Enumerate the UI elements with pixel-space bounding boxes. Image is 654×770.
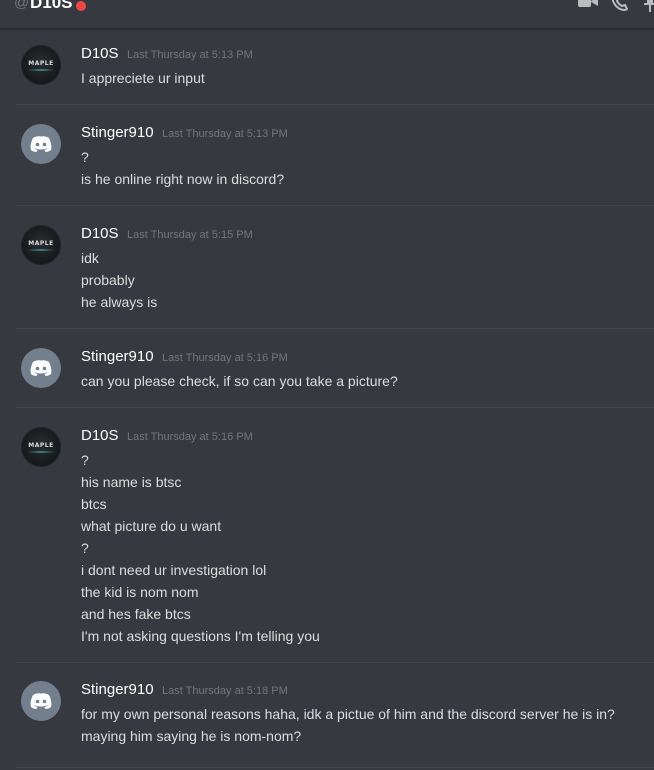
channel-name: D10S (30, 0, 73, 12)
message-header: Stinger910 Last Thursday at 5:16 PM (81, 348, 288, 366)
message-line: I appreciete ur input (81, 70, 205, 86)
at-symbol: @ (14, 0, 30, 11)
discord-logo-icon (30, 693, 52, 709)
message-line: for my own personal reasons haha, idk a … (81, 706, 615, 722)
video-call-icon[interactable] (578, 0, 598, 15)
message-line: can you please check, if so can you take… (81, 373, 398, 389)
timestamp: Last Thursday at 5:13 PM (126, 49, 253, 61)
discord-logo-icon (30, 360, 52, 376)
message-line: and hes fake btcs (81, 606, 191, 622)
avatar[interactable] (21, 348, 61, 388)
username[interactable]: D10S (81, 225, 119, 242)
message-header: D10S Last Thursday at 5:13 PM (81, 45, 253, 63)
message-divider (16, 767, 654, 768)
timestamp: Last Thursday at 5:18 PM (162, 685, 288, 697)
message-line: the kid is nom nom (81, 584, 199, 600)
message-divider (16, 407, 654, 408)
discord-logo-icon (30, 136, 52, 152)
message-line: his name is btsc (81, 474, 182, 490)
timestamp: Last Thursday at 5:16 PM (162, 352, 288, 364)
username[interactable]: Stinger910 (81, 124, 154, 141)
message-line: ? (81, 540, 89, 556)
avatar[interactable]: MAPLE (21, 45, 61, 85)
avatar[interactable] (21, 681, 61, 721)
message-line: he always is (81, 294, 158, 310)
avatar-logo-text: MAPLE (28, 442, 54, 449)
message-line: maying him saying he is nom-nom? (81, 728, 302, 744)
message-list[interactable]: MAPLE D10S Last Thursday at 5:13 PM I ap… (0, 29, 654, 770)
channel-header: @ D10S (0, 0, 654, 29)
message-divider (16, 662, 654, 663)
timestamp: Last Thursday at 5:15 PM (126, 229, 253, 241)
avatar[interactable] (21, 124, 61, 164)
message-divider (16, 104, 654, 105)
status-indicator (76, 1, 86, 11)
timestamp: Last Thursday at 5:16 PM (126, 431, 253, 443)
message-line: is he online right now in discord? (81, 171, 285, 187)
message-line: btcs (81, 496, 107, 512)
username[interactable]: D10S (81, 45, 119, 62)
avatar[interactable]: MAPLE (21, 225, 61, 265)
message-header: D10S Last Thursday at 5:15 PM (81, 225, 253, 243)
voice-call-icon[interactable] (611, 0, 629, 17)
message-header: D10S Last Thursday at 5:16 PM (81, 427, 253, 445)
message-line: ? (81, 452, 89, 468)
message-line: I'm not asking questions I'm telling you (81, 628, 320, 644)
message-line: i dont need ur investigation lol (81, 562, 267, 578)
timestamp: Last Thursday at 5:13 PM (162, 128, 288, 140)
message-header: Stinger910 Last Thursday at 5:18 PM (81, 681, 288, 699)
message-line: probably (81, 272, 135, 288)
message-divider (16, 205, 654, 206)
message-header: Stinger910 Last Thursday at 5:13 PM (81, 124, 288, 142)
pin-icon[interactable] (644, 0, 654, 17)
username[interactable]: Stinger910 (81, 681, 154, 698)
avatar[interactable]: MAPLE (21, 427, 61, 467)
username[interactable]: D10S (81, 427, 119, 444)
username[interactable]: Stinger910 (81, 348, 154, 365)
avatar-logo-text: MAPLE (28, 60, 54, 67)
avatar-logo-text: MAPLE (28, 240, 54, 247)
message-divider (16, 328, 654, 329)
message-line: idk (81, 250, 99, 266)
message-line: what picture do u want (81, 518, 222, 534)
message-line: ? (81, 149, 89, 165)
